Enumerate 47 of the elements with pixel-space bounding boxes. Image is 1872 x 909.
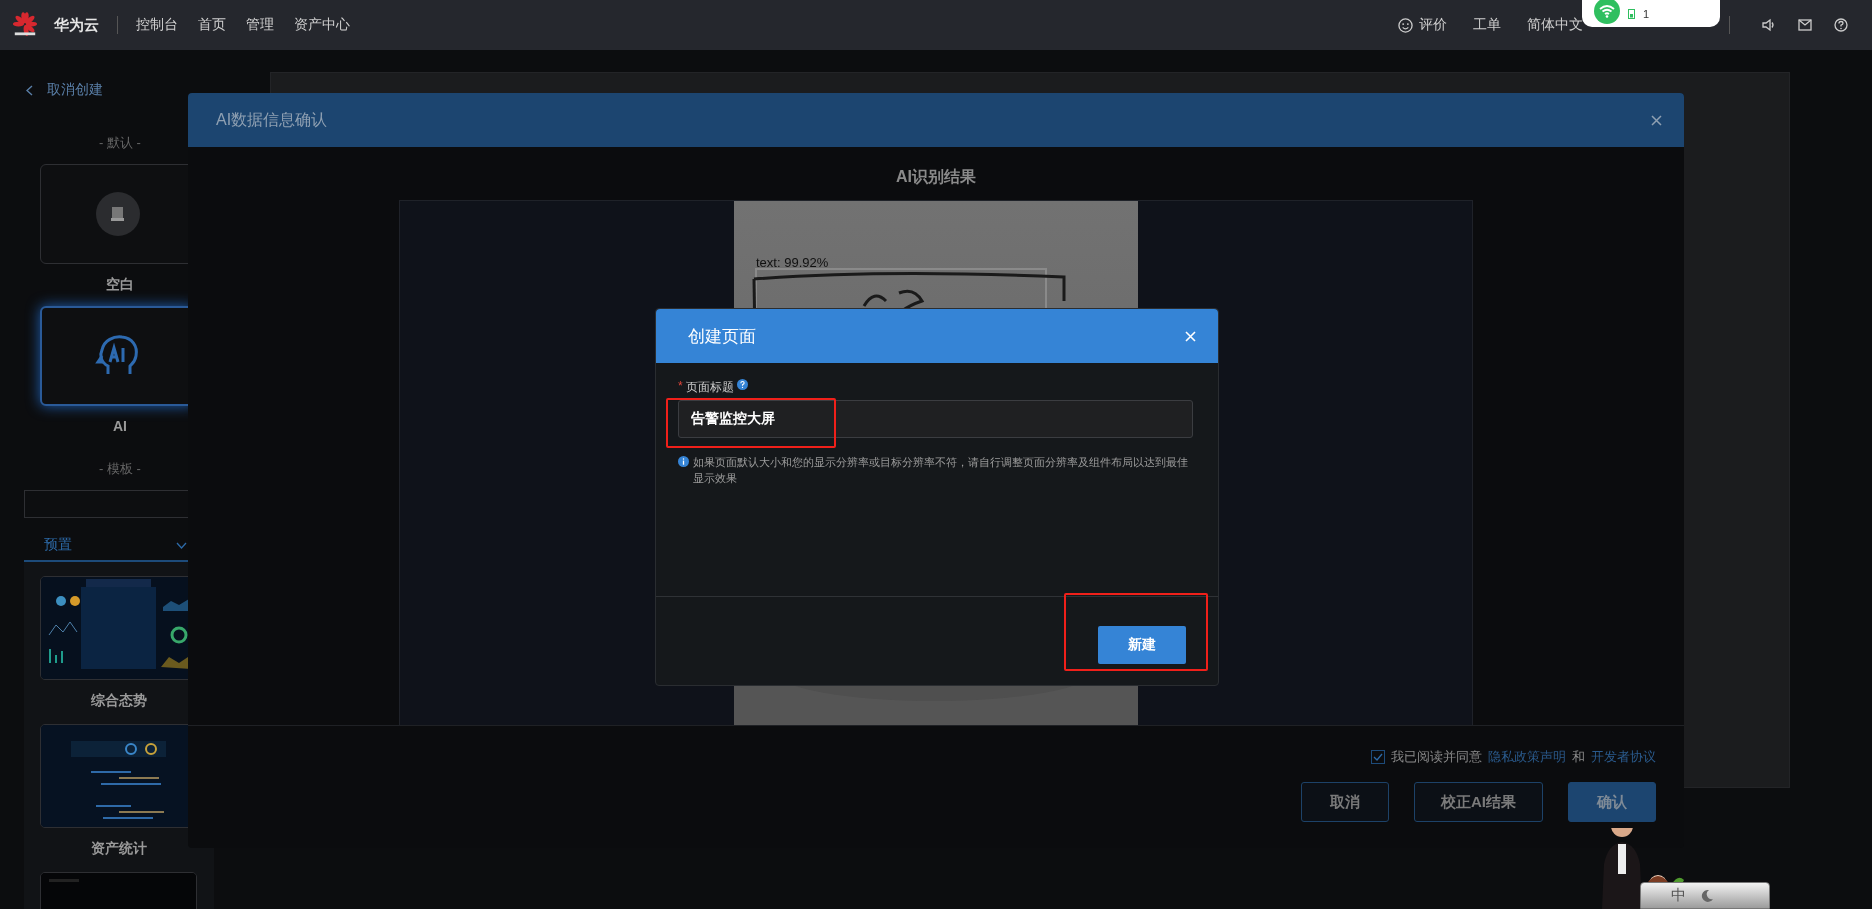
create-button[interactable]: 新建 (1098, 626, 1186, 664)
field-label: 页面标题 (685, 379, 734, 396)
section-heading: - 模板 - (98, 460, 142, 478)
nav-link[interactable]: 控制台 (136, 16, 178, 34)
section-heading: - 默认 - (98, 134, 142, 152)
privacy-link[interactable]: 隐私政策声明 (1488, 748, 1566, 766)
help-icon[interactable] (736, 379, 748, 390)
logo-icon (12, 12, 38, 38)
language-link[interactable]: 简体中文 (1527, 16, 1583, 34)
dialog-title: AI数据信息确认 (216, 109, 328, 130)
ticket-link[interactable]: 工单 (1473, 16, 1501, 34)
ime-toolbar[interactable]: 中 (1640, 882, 1770, 909)
moon-icon[interactable] (1700, 888, 1714, 903)
agreement-checkbox[interactable] (1371, 750, 1385, 764)
back-chevron-icon[interactable] (26, 84, 33, 96)
close-icon[interactable] (1651, 114, 1662, 126)
status-count: 1 (1643, 7, 1650, 20)
dialog-title: 创建页面 (688, 325, 756, 348)
required-mark: * (678, 379, 683, 393)
nav-link[interactable]: 首页 (198, 16, 226, 34)
help-icon[interactable] (1834, 18, 1848, 32)
agreement-text: 我已阅读并同意 (1391, 748, 1482, 766)
template-label: 资产统计 (90, 840, 148, 858)
dialog-button[interactable]: 校正AI结果 (1414, 782, 1543, 822)
conjunction-text: 和 (1572, 748, 1585, 766)
confirm-button[interactable]: 确认 (1568, 782, 1656, 822)
card-label: AI (112, 418, 128, 434)
battery-icon (1628, 8, 1635, 19)
section-title: AI识别结果 (896, 167, 976, 187)
template-label: 综合态势 (90, 692, 148, 710)
nav-link[interactable]: 管理 (246, 16, 274, 34)
hint-text: 如果页面默认大小和您的显示分辨率或目标分辨率不符，请自行调整页面分辨率及组件布局以达到最佳显示效果 (693, 455, 1189, 486)
document-icon (95, 192, 140, 236)
speaker-icon[interactable] (1762, 18, 1776, 32)
brand-name[interactable]: 华为云 (54, 15, 99, 35)
cancel-create-link[interactable]: 取消创建 (47, 81, 103, 99)
feedback-link[interactable]: 评价 (1419, 16, 1447, 34)
page-title-field[interactable]: 告警监控大屏 (678, 400, 1193, 438)
input-mode-label[interactable]: 中 (1671, 886, 1686, 905)
mail-icon[interactable] (1798, 19, 1812, 31)
detection-label: text: 99.92% (756, 255, 829, 270)
nav-link[interactable]: 资产中心 (294, 16, 350, 34)
dialog-button[interactable]: 取消 (1301, 782, 1389, 822)
smiley-icon (1398, 17, 1413, 33)
developer-agreement-link[interactable]: 开发者协议 (1591, 748, 1656, 766)
card-label: 空白 (105, 276, 135, 294)
info-icon (678, 456, 689, 467)
